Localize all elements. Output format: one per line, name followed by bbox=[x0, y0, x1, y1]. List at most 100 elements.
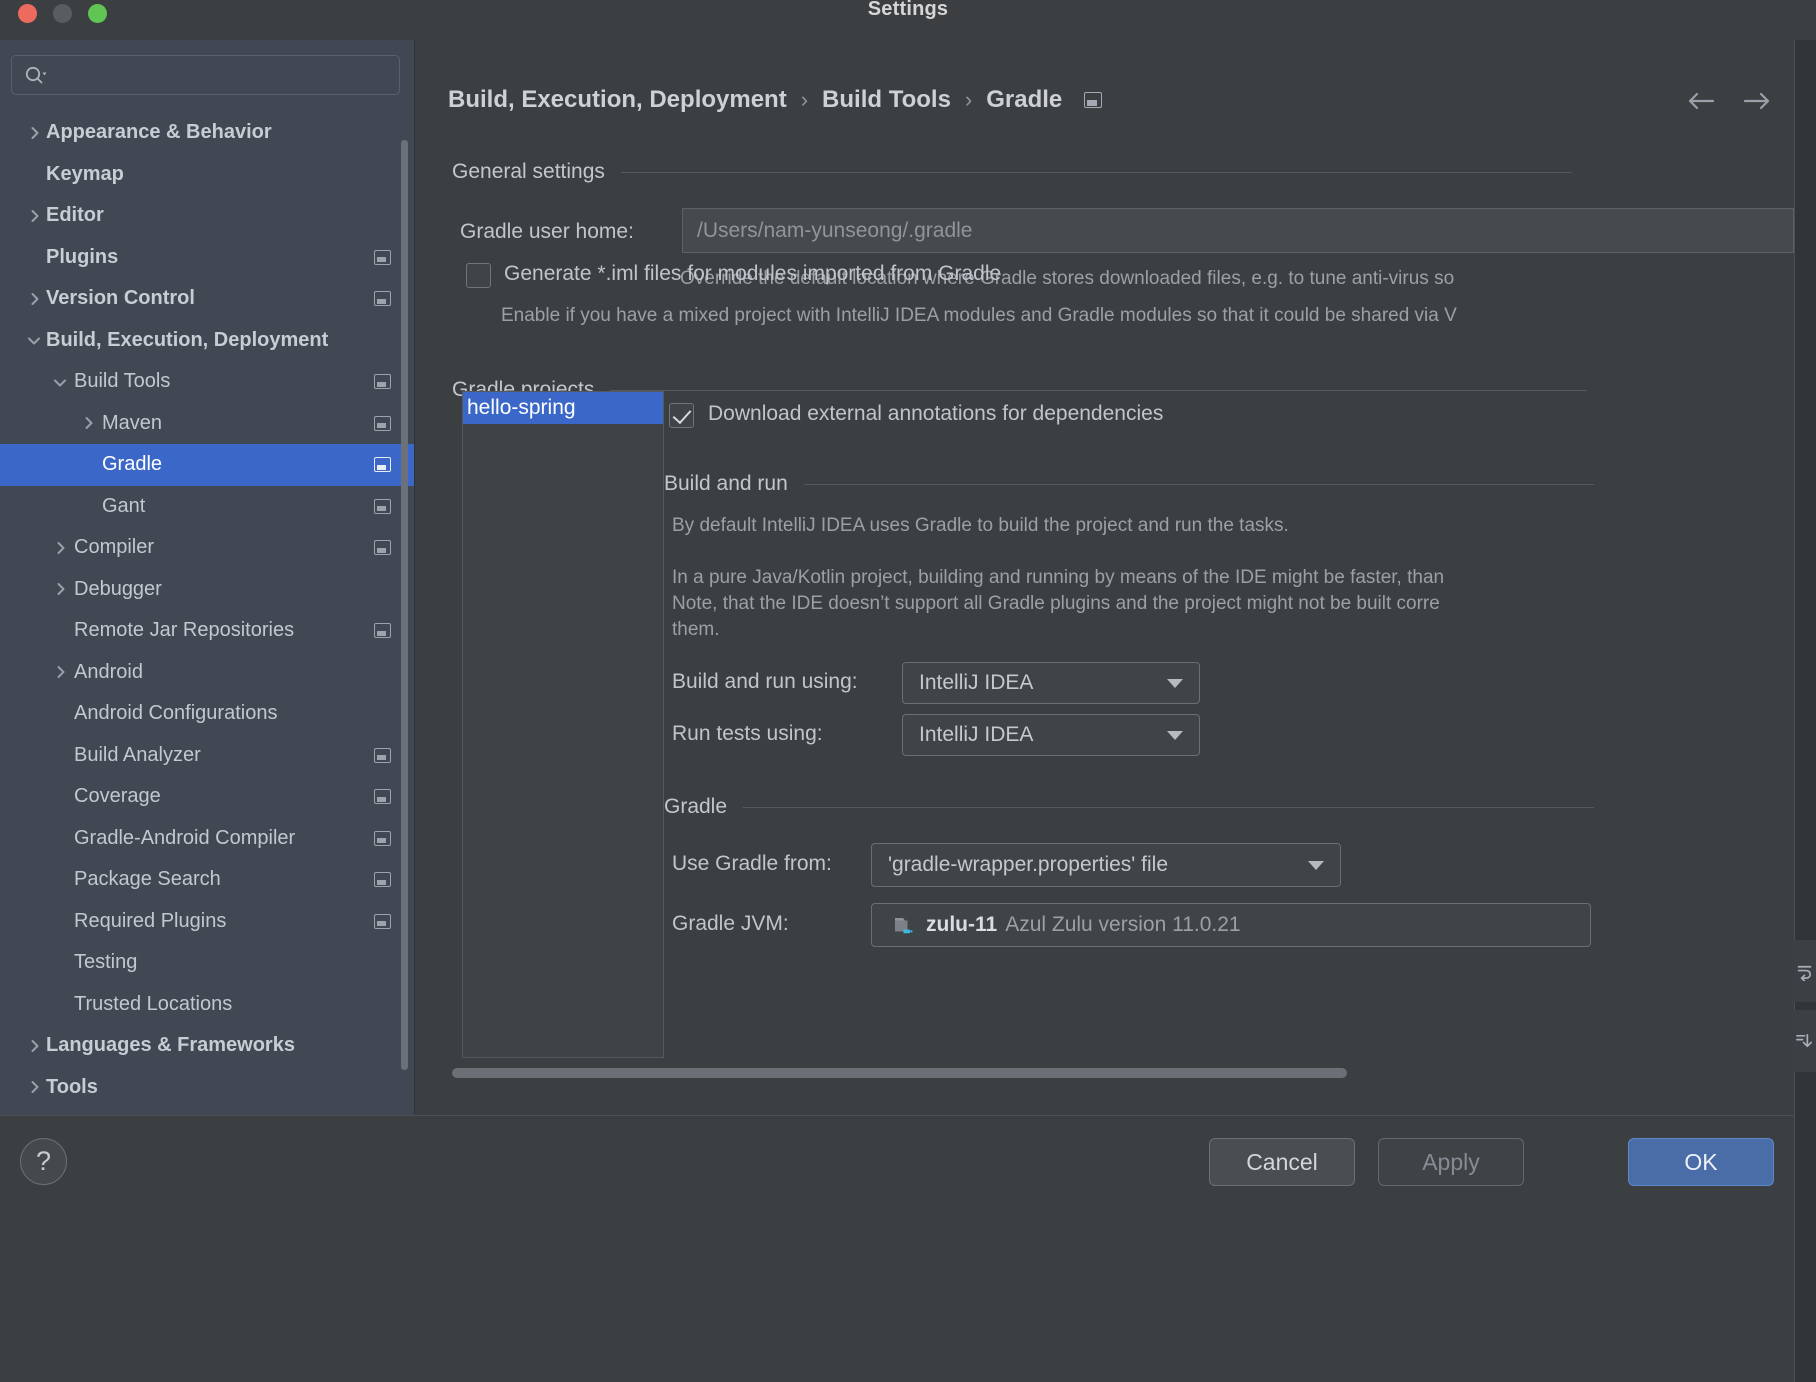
sidebar-item-android-configurations[interactable]: Android Configurations bbox=[0, 693, 414, 735]
chevron-right-icon[interactable] bbox=[80, 415, 96, 431]
breadcrumb-item-1[interactable]: Build Tools bbox=[822, 86, 951, 114]
sidebar-item-label: Package Search bbox=[74, 868, 221, 891]
sidebar-scrollbar[interactable] bbox=[401, 140, 408, 1070]
sidebar-item-appearance-behavior[interactable]: Appearance & Behavior bbox=[0, 112, 414, 154]
sidebar-item-trusted-locations[interactable]: Trusted Locations bbox=[0, 984, 414, 1026]
gradle-jvm-select[interactable]: zulu-11 Azul Zulu version 11.0.21 bbox=[871, 903, 1591, 947]
chevron-down-icon[interactable] bbox=[52, 374, 68, 390]
search-icon bbox=[24, 65, 48, 87]
chevron-right-icon[interactable] bbox=[26, 291, 42, 307]
build-and-run-paragraph-2-line-2: Note, that the IDE doesn’t support all G… bbox=[672, 593, 1440, 614]
sidebar-item-label: Plugins bbox=[46, 245, 119, 268]
sidebar-item-label: Editor bbox=[46, 204, 104, 227]
sidebar-item-languages-frameworks[interactable]: Languages & Frameworks bbox=[0, 1025, 414, 1067]
sidebar-item-tools[interactable]: Tools bbox=[0, 1067, 414, 1109]
sidebar-item-label: Android bbox=[74, 660, 143, 683]
project-scope-icon bbox=[1084, 92, 1103, 108]
sidebar-item-build-analyzer[interactable]: Build Analyzer bbox=[0, 735, 414, 777]
sidebar-item-testing[interactable]: Testing bbox=[0, 942, 414, 984]
generate-iml-checkbox[interactable] bbox=[466, 263, 491, 288]
chevron-right-icon[interactable] bbox=[52, 581, 68, 597]
build-and-run-label: Build and run bbox=[664, 472, 788, 495]
project-scope-icon bbox=[374, 623, 391, 639]
sidebar-item-remote-jar-repositories[interactable]: Remote Jar Repositories bbox=[0, 610, 414, 652]
sidebar-item-compiler[interactable]: Compiler bbox=[0, 527, 414, 569]
scrollbar-thumb[interactable] bbox=[452, 1068, 1347, 1078]
breadcrumb: Build, Execution, Deployment › Build Too… bbox=[448, 86, 1103, 114]
sidebar-item-android[interactable]: Android bbox=[0, 652, 414, 694]
sidebar-item-version-control[interactable]: Version Control bbox=[0, 278, 414, 320]
sidebar-item-required-plugins[interactable]: Required Plugins bbox=[0, 901, 414, 943]
settings-main-panel: Build, Execution, Deployment › Build Too… bbox=[416, 40, 1794, 1115]
chevron-down-icon bbox=[1308, 860, 1324, 870]
project-scope-icon bbox=[374, 498, 391, 514]
sidebar-item-gant[interactable]: Gant bbox=[0, 486, 414, 528]
download-icon[interactable] bbox=[1795, 1032, 1814, 1051]
build-and-run-using-label: Build and run using: bbox=[672, 670, 858, 693]
download-annotations-checkbox[interactable] bbox=[669, 403, 694, 428]
apply-button[interactable]: Apply bbox=[1378, 1138, 1524, 1186]
sidebar-item-debugger[interactable]: Debugger bbox=[0, 569, 414, 611]
general-settings-label: General settings bbox=[452, 160, 605, 183]
sidebar-item-gradle-android-compiler[interactable]: Gradle-Android Compiler bbox=[0, 818, 414, 860]
project-scope-icon bbox=[374, 415, 391, 431]
gradle-user-home-input[interactable]: /Users/nam-yunseong/.gradle bbox=[682, 208, 1794, 253]
project-scope-icon bbox=[374, 249, 391, 265]
sidebar-item-label: Keymap bbox=[46, 162, 124, 185]
chevron-down-icon[interactable] bbox=[26, 332, 42, 348]
arrow-left-icon[interactable] bbox=[1686, 90, 1716, 112]
help-button[interactable]: ? bbox=[20, 1138, 67, 1185]
gradle-jvm-name: zulu-11 bbox=[926, 913, 998, 936]
sidebar-item-label: Appearance & Behavior bbox=[46, 121, 272, 144]
project-scope-icon bbox=[374, 789, 391, 805]
search-box[interactable] bbox=[11, 55, 400, 95]
ide-right-toolbar-strip bbox=[1794, 0, 1816, 1382]
breadcrumb-separator-1: › bbox=[964, 87, 973, 112]
main-horizontal-scrollbar[interactable] bbox=[452, 1068, 1782, 1078]
build-and-run-group-header: Build and run bbox=[664, 472, 1594, 496]
breadcrumb-item-0[interactable]: Build, Execution, Deployment bbox=[448, 86, 787, 114]
list-item[interactable]: hello-spring bbox=[463, 392, 663, 424]
sidebar-item-maven[interactable]: Maven bbox=[0, 403, 414, 445]
sidebar-item-label: Testing bbox=[74, 951, 138, 974]
gradle-project-list[interactable]: hello-spring bbox=[462, 391, 664, 1058]
search-input[interactable] bbox=[58, 56, 388, 94]
sidebar-item-label: Trusted Locations bbox=[74, 992, 233, 1015]
gradle-user-home-label: Gradle user home: bbox=[460, 220, 634, 243]
generate-iml-label: Generate *.iml files for modules importe… bbox=[504, 262, 1002, 285]
sidebar-item-label: Remote Jar Repositories bbox=[74, 619, 295, 642]
sidebar-item-keymap[interactable]: Keymap bbox=[0, 154, 414, 196]
sidebar-item-package-search[interactable]: Package Search bbox=[0, 859, 414, 901]
gradle-group-label: Gradle bbox=[664, 795, 728, 818]
sidebar-item-coverage[interactable]: Coverage bbox=[0, 776, 414, 818]
chevron-right-icon[interactable] bbox=[26, 125, 42, 141]
chevron-down-icon bbox=[1167, 678, 1183, 688]
sidebar-item-editor[interactable]: Editor bbox=[0, 195, 414, 237]
chevron-right-icon[interactable] bbox=[26, 208, 42, 224]
sidebar-item-plugins[interactable]: Plugins bbox=[0, 237, 414, 279]
ok-button[interactable]: OK bbox=[1628, 1138, 1774, 1186]
title-bar: Settings bbox=[0, 0, 1816, 40]
sidebar-item-label: Maven bbox=[102, 411, 163, 434]
run-anything-icon[interactable] bbox=[1795, 962, 1814, 982]
run-tests-using-select[interactable]: IntelliJ IDEA bbox=[902, 714, 1200, 756]
cancel-button[interactable]: Cancel bbox=[1209, 1138, 1355, 1186]
chevron-right-icon[interactable] bbox=[26, 1079, 42, 1095]
settings-sidebar: Appearance & Behavior Keymap Editor Plugins… bbox=[0, 40, 415, 1115]
group-rule bbox=[803, 483, 1594, 485]
use-gradle-from-label: Use Gradle from: bbox=[672, 852, 832, 875]
sidebar-item-build-tools[interactable]: Build Tools bbox=[0, 361, 414, 403]
generate-iml-hint: Enable if you have a mixed project with … bbox=[501, 305, 1457, 326]
build-and-run-using-select[interactable]: IntelliJ IDEA bbox=[902, 662, 1200, 704]
chevron-right-icon[interactable] bbox=[52, 664, 68, 680]
sidebar-item-gradle[interactable]: Gradle bbox=[0, 444, 414, 486]
project-scope-icon bbox=[374, 540, 391, 556]
sidebar-item-build-execution-deployment[interactable]: Build, Execution, Deployment bbox=[0, 320, 414, 362]
use-gradle-from-select[interactable]: 'gradle-wrapper.properties' file bbox=[871, 843, 1341, 887]
chevron-right-icon[interactable] bbox=[26, 1038, 42, 1054]
arrow-right-icon[interactable] bbox=[1742, 90, 1772, 112]
sidebar-item-label: Gradle-Android Compiler bbox=[74, 826, 296, 849]
sidebar-item-label: Debugger bbox=[74, 577, 162, 600]
chevron-right-icon[interactable] bbox=[52, 540, 68, 556]
gradle-jvm-label: Gradle JVM: bbox=[672, 912, 789, 935]
